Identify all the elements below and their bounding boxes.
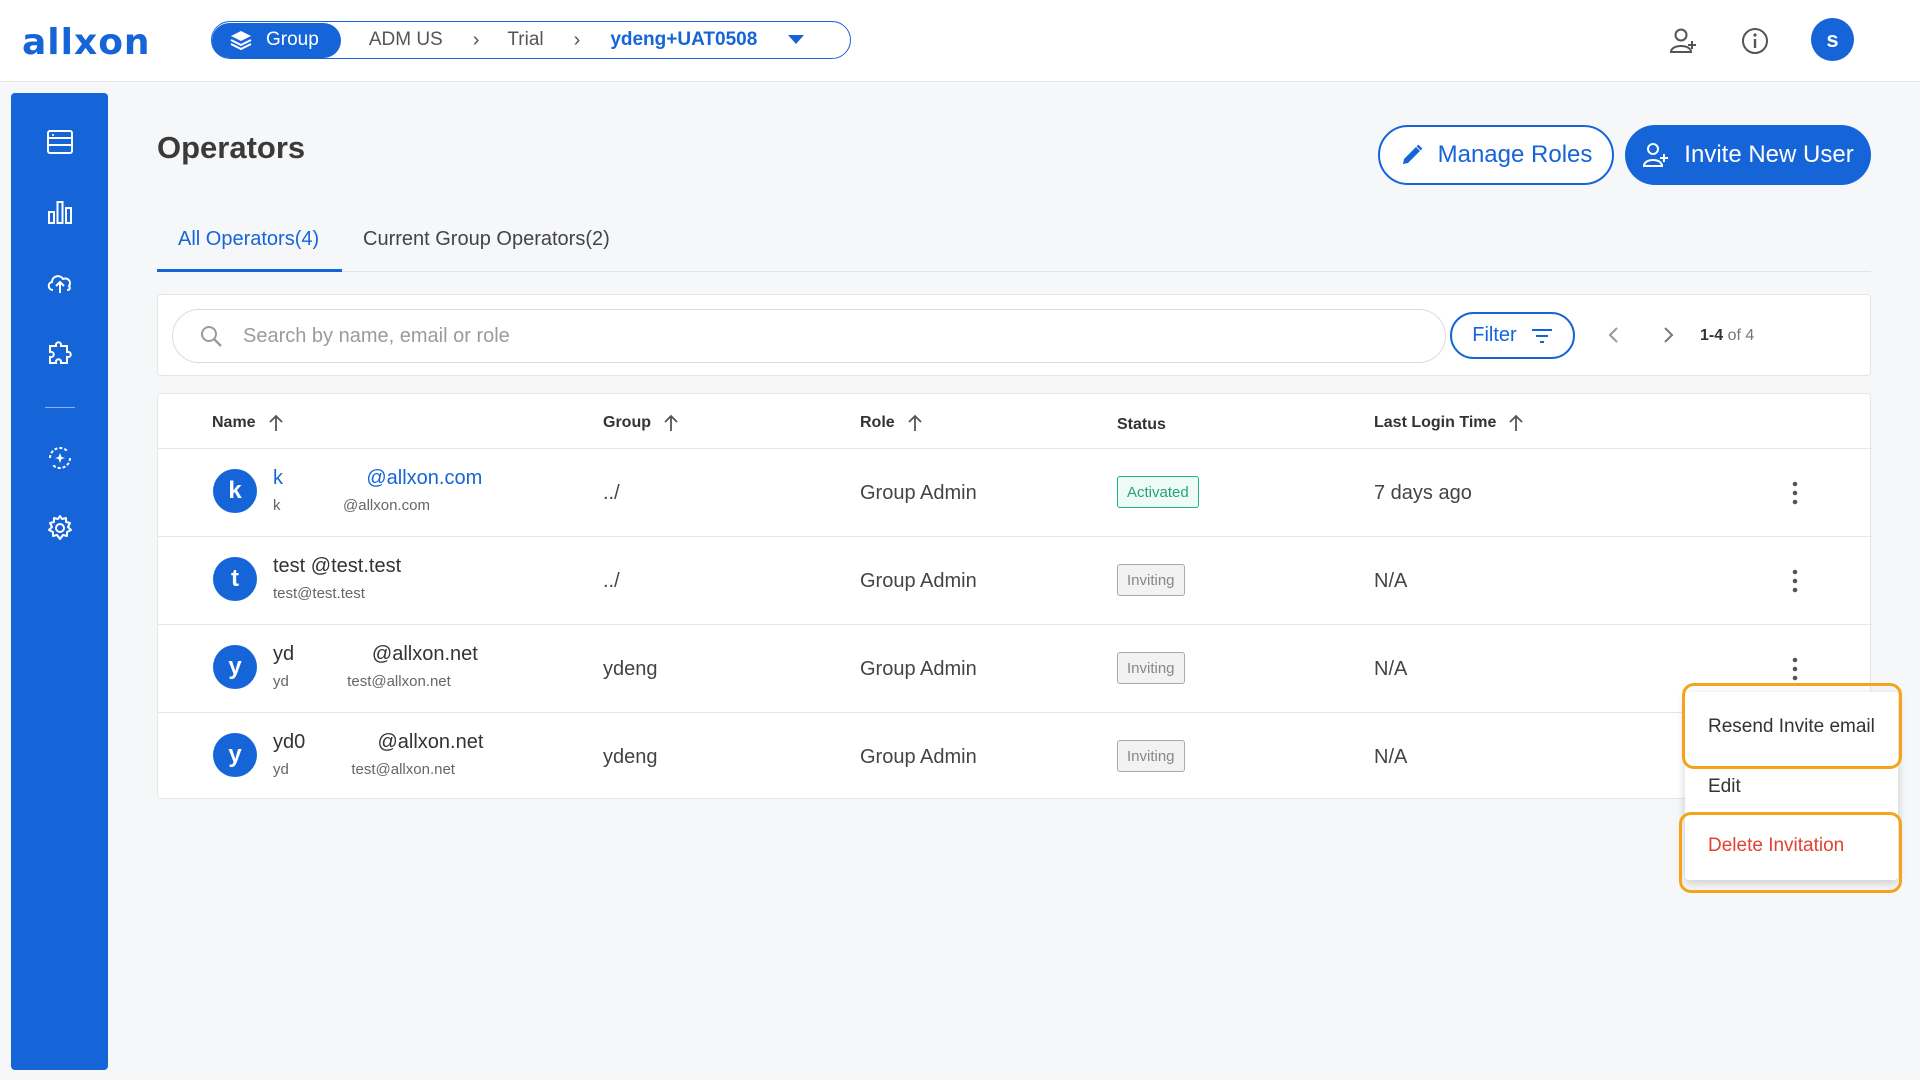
search-box	[172, 309, 1446, 363]
layers-icon	[230, 31, 252, 50]
filter-button[interactable]: Filter	[1450, 312, 1575, 359]
operator-group: ../	[603, 482, 620, 504]
search-icon	[201, 326, 222, 347]
operator-group: ../	[603, 570, 620, 592]
status-badge: Inviting	[1117, 564, 1185, 596]
sort-arrow-up-icon[interactable]	[663, 414, 679, 432]
breadcrumb-item-adm-us[interactable]: ADM US	[369, 29, 443, 51]
operator-role: Group Admin	[860, 746, 977, 768]
sidebar-divider	[45, 407, 75, 408]
user-avatar[interactable]: s	[1811, 18, 1854, 61]
operator-email: yd test@allxon.net	[273, 673, 451, 690]
pagination-info: 1-4 of 4	[1700, 327, 1754, 345]
last-login-time: N/A	[1374, 570, 1408, 592]
chevron-right-icon: ›	[573, 28, 581, 51]
pagination-total: of 4	[1727, 327, 1755, 344]
more-vertical-icon[interactable]	[1783, 567, 1807, 595]
gear-icon[interactable]	[45, 513, 75, 543]
sidebar	[11, 93, 108, 1070]
column-header-last-login[interactable]: Last Login Time	[1374, 414, 1524, 432]
cloud-upload-icon[interactable]	[45, 267, 75, 297]
allxon-logo[interactable]: allxon	[22, 22, 151, 63]
operator-name[interactable]: yd @allxon.net	[273, 643, 478, 666]
puzzle-icon[interactable]	[45, 337, 75, 367]
page-title: Operators	[157, 130, 306, 165]
sort-arrow-up-icon[interactable]	[1508, 414, 1524, 432]
column-header-group[interactable]: Group	[603, 414, 679, 432]
chevron-right-icon[interactable]	[1656, 323, 1680, 347]
last-login-time: 7 days ago	[1374, 482, 1472, 504]
status-badge: Inviting	[1117, 740, 1185, 772]
operator-name[interactable]: test @test.test	[273, 555, 401, 578]
operator-group: ydeng	[603, 658, 658, 680]
sort-arrow-up-icon[interactable]	[907, 414, 923, 432]
operator-tabs: All Operators(4) Current Group Operators…	[157, 218, 1871, 272]
info-icon[interactable]	[1740, 26, 1770, 56]
column-name-label: Name	[212, 414, 256, 431]
breadcrumb-current[interactable]: ydeng+UAT0508	[610, 29, 757, 51]
breadcrumb-item-trial[interactable]: Trial	[507, 29, 543, 51]
table-row[interactable]: y yd0 @allxon.net yd test@allxon.net yde…	[158, 713, 1872, 801]
operator-name[interactable]: yd0 @allxon.net	[273, 731, 483, 754]
operator-role: Group Admin	[860, 658, 977, 680]
search-toolbar: Filter 1-4 of 4	[157, 294, 1871, 376]
status-badge: Activated	[1117, 476, 1199, 508]
column-status-label: Status	[1117, 416, 1166, 433]
pagination-range: 1-4	[1700, 327, 1724, 344]
filter-label: Filter	[1472, 324, 1517, 346]
edit-item[interactable]: Edit	[1708, 776, 1741, 798]
table-row[interactable]: t test @test.test test@test.test ../ Gro…	[158, 537, 1872, 625]
column-role-label: Role	[860, 414, 895, 431]
refresh-sync-icon[interactable]	[45, 443, 75, 473]
chevron-left-icon[interactable]	[1602, 323, 1626, 347]
avatar: y	[213, 645, 257, 689]
pencil-icon	[1402, 144, 1422, 164]
column-header-role[interactable]: Role	[860, 414, 923, 432]
sort-arrow-up-icon[interactable]	[268, 414, 284, 432]
avatar: y	[213, 733, 257, 777]
invite-new-user-label: Invite New User	[1684, 141, 1854, 168]
active-tab-indicator	[157, 269, 342, 272]
column-group-label: Group	[603, 414, 651, 431]
bar-chart-icon[interactable]	[45, 197, 75, 227]
table-row[interactable]: k k @allxon.com k @allxon.com ../ Group …	[158, 449, 1872, 537]
add-user-icon	[1643, 143, 1669, 167]
top-bar: allxon Group ADM US › Trial › ydeng+UAT0…	[0, 0, 1920, 82]
column-header-name[interactable]: Name	[212, 414, 284, 432]
tab-current-group-operators[interactable]: Current Group Operators(2)	[363, 228, 610, 251]
operators-table: Name Group Role Status Last Login Time k…	[157, 393, 1872, 801]
more-vertical-icon[interactable]	[1783, 479, 1807, 507]
operator-group: ydeng	[603, 746, 658, 768]
manage-roles-label: Manage Roles	[1437, 141, 1593, 168]
status-badge: Inviting	[1117, 652, 1185, 684]
add-user-icon[interactable]	[1668, 26, 1698, 56]
chevron-right-icon: ›	[472, 28, 480, 51]
tab-all-operators[interactable]: All Operators(4)	[178, 228, 319, 251]
search-input[interactable]	[243, 324, 1343, 348]
operator-role: Group Admin	[860, 570, 977, 592]
avatar: k	[213, 469, 257, 513]
last-login-time: N/A	[1374, 746, 1408, 768]
operator-role: Group Admin	[860, 482, 977, 504]
highlight-delete-invitation	[1679, 812, 1902, 893]
breadcrumb-group-label: Group	[266, 29, 319, 50]
operator-email: yd test@allxon.net	[273, 761, 455, 778]
operator-email: test@test.test	[273, 585, 365, 602]
operator-email: k @allxon.com	[273, 497, 430, 514]
last-login-time: N/A	[1374, 658, 1408, 680]
caret-down-icon[interactable]	[787, 34, 805, 46]
operator-name[interactable]: k @allxon.com	[273, 467, 482, 490]
table-row[interactable]: y yd @allxon.net yd test@allxon.net yden…	[158, 625, 1872, 713]
manage-roles-button[interactable]: Manage Roles	[1378, 125, 1614, 185]
dashboard-icon[interactable]	[45, 127, 75, 157]
breadcrumb: Group ADM US › Trial › ydeng+UAT0508	[211, 21, 851, 59]
column-header-status: Status	[1117, 416, 1166, 434]
filter-lines-icon	[1531, 328, 1552, 343]
highlight-resend-invite	[1682, 683, 1902, 769]
column-last-login-label: Last Login Time	[1374, 414, 1497, 431]
invite-new-user-button[interactable]: Invite New User	[1625, 125, 1871, 185]
more-vertical-icon[interactable]	[1783, 655, 1807, 683]
avatar: t	[213, 557, 257, 601]
breadcrumb-group-button[interactable]: Group	[212, 22, 341, 58]
